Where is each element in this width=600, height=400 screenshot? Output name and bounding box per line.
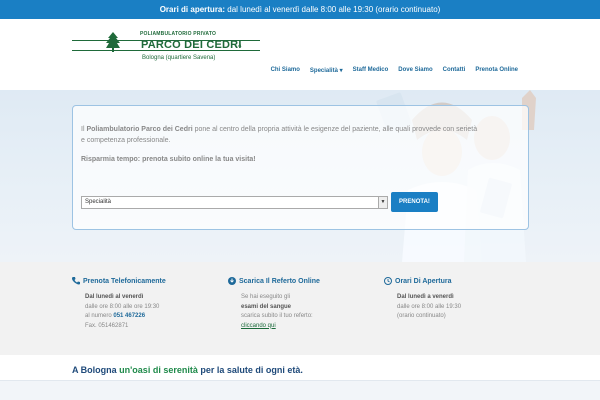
chevron-down-icon: ▼: [378, 197, 387, 208]
opening-hours-text: dal lunedì al venerdì dalle 8:00 alle 19…: [227, 5, 441, 14]
info-line: dalle ore 8:00 alle 19:30: [397, 303, 462, 310]
next-section-strip: [0, 380, 600, 400]
specialty-select[interactable]: Specialità ▼: [81, 196, 388, 209]
opening-hours-bar: Orari di apertura: dal lunedì al venerdì…: [0, 0, 600, 19]
logo-suffix: s.r.l.: [235, 43, 243, 48]
info-line: Dal lunedì a venerdì: [397, 294, 454, 300]
tagline-highlight: un'oasi di serenità: [119, 365, 198, 375]
info-body: Dal lunedì al venerdì dalle ore 8:00 all…: [72, 293, 222, 331]
specialty-select-value: Specialità: [85, 199, 112, 205]
book-button[interactable]: PRENOTA!: [391, 192, 438, 212]
info-column-referto: Scarica Il Referto Online Se hai eseguit…: [228, 277, 378, 331]
logo-location: Bologna (quartiere Savena): [142, 55, 216, 61]
main-nav: Chi Siamo Specialità ▾ Staff Medico Dove…: [266, 67, 523, 74]
info-title-text: Orari Di Apertura: [395, 277, 452, 285]
nav-chi-siamo[interactable]: Chi Siamo: [266, 67, 305, 74]
nav-contatti[interactable]: Contatti: [438, 67, 471, 74]
info-title-text: Scarica Il Referto Online: [239, 277, 320, 285]
info-title-text: Prenota Telefonicamente: [83, 277, 166, 285]
download-report-link[interactable]: cliccando qui: [241, 323, 276, 329]
info-column-phone: Prenota Telefonicamente Dal lunedì al ve…: [72, 277, 222, 331]
logo-rule-bottom: [72, 50, 260, 51]
download-icon: [228, 277, 236, 285]
phone-icon: [72, 277, 80, 285]
info-body: Dal lunedì a venerdì dalle ore 8:00 alle…: [384, 293, 534, 322]
clock-icon: [384, 277, 392, 285]
info-line: Se hai eseguito gli: [241, 294, 291, 300]
nav-staff-medico[interactable]: Staff Medico: [348, 67, 394, 74]
tagline-part: per la salute di ogni età.: [197, 365, 303, 375]
fax-number: Fax. 051462871: [85, 322, 129, 329]
info-strip: Prenota Telefonicamente Dal lunedì al ve…: [0, 262, 600, 355]
nav-prenota-online[interactable]: Prenota Online: [470, 67, 523, 74]
hero-cta: Risparmia tempo: prenota subito online l…: [81, 156, 256, 163]
site-header: POLIAMBULATORIO PRIVATO PARCO DEI CEDRI …: [0, 19, 600, 90]
info-column-hours: Orari Di Apertura Dal lunedì a venerdì d…: [384, 277, 534, 322]
hero-intro: Il Poliambulatorio Parco dei Cedri pone …: [81, 124, 481, 146]
site-logo[interactable]: POLIAMBULATORIO PRIVATO PARCO DEI CEDRI …: [72, 31, 260, 67]
info-line: scarica subito il tuo referto:: [241, 313, 313, 319]
site-tagline: A Bologna un'oasi di serenità per la sal…: [72, 365, 303, 375]
nav-specialita[interactable]: Specialità ▾: [305, 67, 348, 74]
logo-tagline: POLIAMBULATORIO PRIVATO: [140, 31, 217, 37]
opening-hours-label: Orari di apertura:: [159, 5, 226, 14]
nav-dove-siamo[interactable]: Dove Siamo: [393, 67, 437, 74]
hero-intro-bold: Poliambulatorio Parco dei Cedri: [86, 126, 193, 133]
info-title: Orari Di Apertura: [384, 277, 534, 285]
info-line: esami del sangue: [241, 303, 292, 310]
info-line: Dal lunedì al venerdì: [85, 294, 144, 300]
phone-number[interactable]: 051 467226: [113, 313, 145, 319]
booking-panel: Il Poliambulatorio Parco dei Cedri pone …: [72, 105, 529, 230]
info-line: dalle ore 8:00 alle ore 19:30: [85, 303, 160, 310]
tagline-part: A Bologna: [72, 365, 120, 375]
info-line: (orario continuato): [397, 313, 446, 319]
info-title: Prenota Telefonicamente: [72, 277, 222, 285]
info-line: al numero: [85, 313, 114, 319]
info-body: Se hai eseguito gli esami del sangue sca…: [228, 293, 378, 331]
info-title: Scarica Il Referto Online: [228, 277, 378, 285]
cedar-tree-icon: [106, 32, 120, 52]
